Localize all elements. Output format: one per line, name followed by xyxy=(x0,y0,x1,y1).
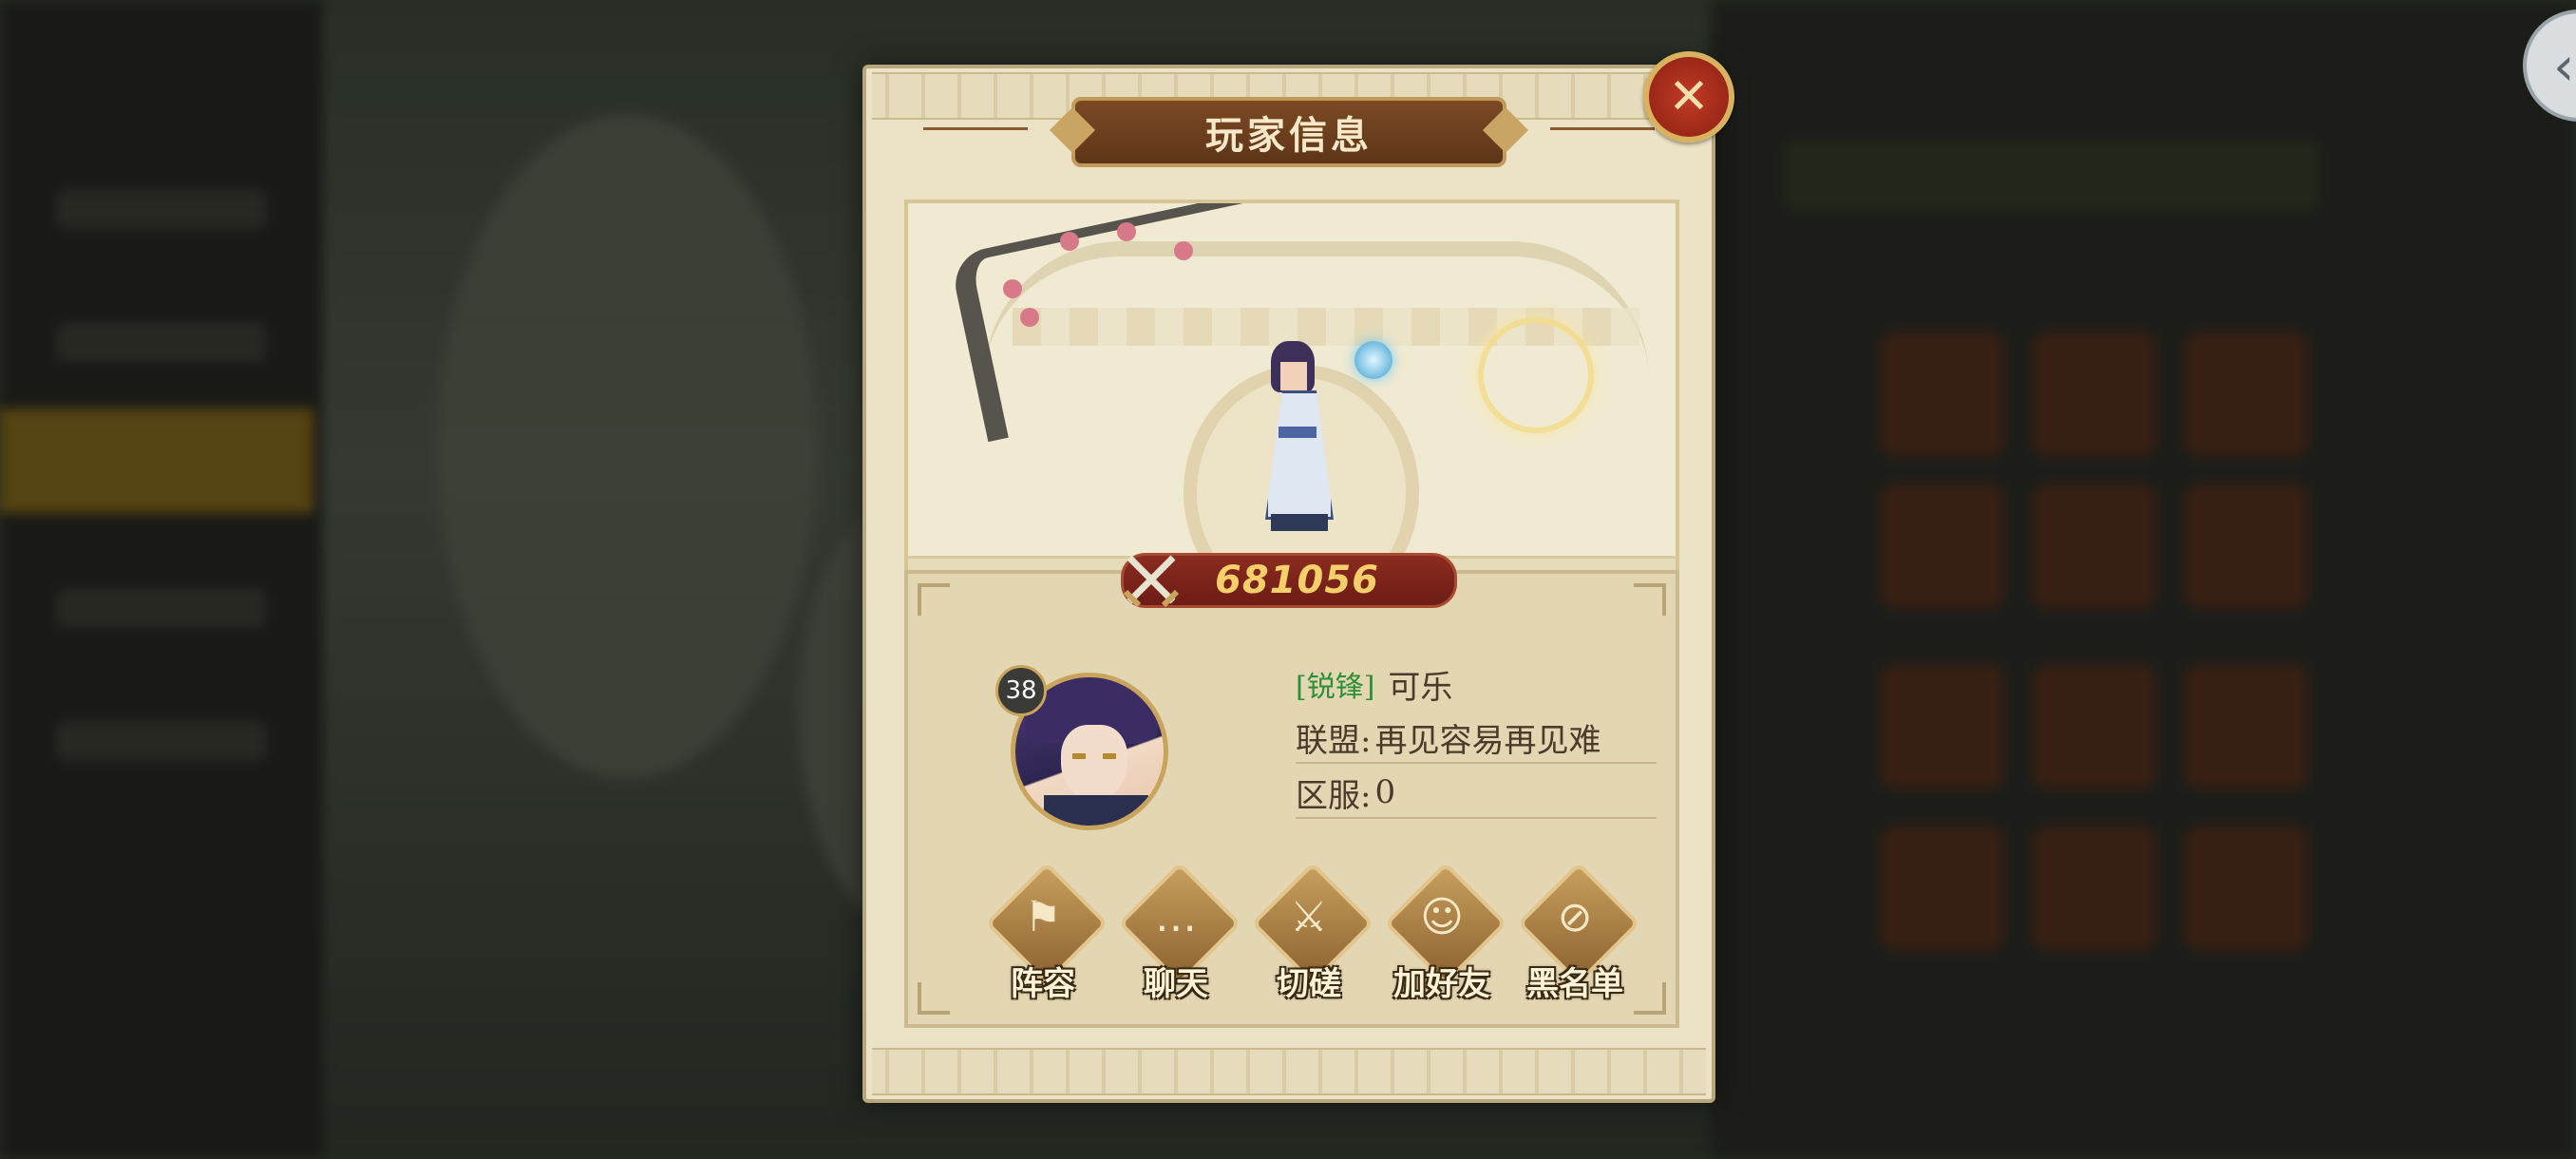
blossom xyxy=(1003,279,1022,298)
sprite-robe xyxy=(1265,390,1334,520)
alliance-value: 再见容易再见难 xyxy=(1374,721,1601,760)
sprite-sash xyxy=(1279,427,1316,438)
close-button[interactable]: ✕ xyxy=(1643,51,1734,142)
player-name-row: [锐锋] 可乐 xyxy=(1296,659,1657,709)
add-friend-icon: ☺ xyxy=(1420,893,1464,941)
close-icon: ✕ xyxy=(1668,68,1710,125)
blacklist-icon: ⊘ xyxy=(1557,893,1593,941)
blossom xyxy=(1020,308,1039,327)
player-info-dialog: 玩家信息 ✕ 38 [锐锋] 可乐 联盟: 再见容易再见难 区服: 0 ⚑ 阵容… xyxy=(862,51,1734,1103)
lineup-label: 阵容 xyxy=(1011,965,1075,1003)
add-friend-label: 加好友 xyxy=(1393,965,1490,1003)
alliance-row: 联盟: 再见容易再见难 xyxy=(1296,712,1657,764)
duel-button[interactable]: ⚔ 切磋 xyxy=(1250,861,1375,1009)
avatar-collar xyxy=(1044,795,1148,826)
dialog-title: 玩家信息 xyxy=(1205,113,1373,158)
player-details: [锐锋] 可乐 联盟: 再见容易再见难 区服: 0 xyxy=(1296,659,1657,823)
panel-corner xyxy=(1634,583,1666,616)
lineup-button[interactable]: ⚑ 阵容 xyxy=(984,861,1109,1009)
player-name: 可乐 xyxy=(1388,668,1453,707)
alliance-label: 联盟: xyxy=(1296,721,1372,760)
chevron-left-icon: ‹ xyxy=(2553,36,2575,98)
spirit-orb xyxy=(1354,341,1392,379)
panel-corner xyxy=(918,583,950,616)
title-line-right xyxy=(1550,127,1655,130)
sprite-face xyxy=(1280,362,1307,390)
combat-power-plate: 681056 xyxy=(1121,553,1457,608)
character-scene xyxy=(904,200,1679,587)
avatar-eye xyxy=(1103,753,1116,759)
blossom xyxy=(1174,241,1193,260)
chat-label: 聊天 xyxy=(1144,965,1208,1003)
combat-power-value: 681056 xyxy=(1215,559,1379,602)
crossed-swords-icon: ⚔ xyxy=(1290,893,1328,941)
chat-button[interactable]: … 聊天 xyxy=(1117,861,1242,1009)
fret-border-bottom xyxy=(872,1048,1706,1095)
blacklist-label: 黑名单 xyxy=(1526,965,1623,1003)
player-info-panel: 38 [锐锋] 可乐 联盟: 再见容易再见难 区服: 0 ⚑ 阵容 … 聊天 ⚔… xyxy=(904,570,1679,1028)
blossom xyxy=(1117,222,1136,241)
crossed-swords-icon xyxy=(1123,555,1180,608)
blossom xyxy=(1060,232,1079,251)
avatar-face xyxy=(1061,725,1127,801)
title-line-left xyxy=(923,127,1028,130)
add-friend-button[interactable]: ☺ 加好友 xyxy=(1383,861,1508,1009)
golden-halo xyxy=(1478,317,1594,433)
server-row: 区服: 0 xyxy=(1296,768,1657,819)
panel-corner xyxy=(918,982,950,1015)
character-sprite xyxy=(1250,341,1345,541)
server-value: 0 xyxy=(1374,773,1396,811)
sprite-feet xyxy=(1271,514,1328,531)
dialog-title-plate: 玩家信息 xyxy=(1071,97,1506,167)
level-badge: 38 xyxy=(995,665,1047,716)
server-label: 区服: xyxy=(1296,776,1372,815)
duel-label: 切磋 xyxy=(1277,965,1341,1003)
flag-icon: ⚑ xyxy=(1024,893,1062,941)
action-bar: ⚑ 阵容 … 聊天 ⚔ 切磋 ☺ 加好友 ⊘ 黑名单 xyxy=(984,861,1641,1009)
chat-icon: … xyxy=(1155,893,1197,941)
avatar-eye xyxy=(1072,753,1086,759)
blacklist-button[interactable]: ⊘ 黑名单 xyxy=(1516,861,1641,1009)
player-title-tag: [锐锋] xyxy=(1296,671,1375,704)
